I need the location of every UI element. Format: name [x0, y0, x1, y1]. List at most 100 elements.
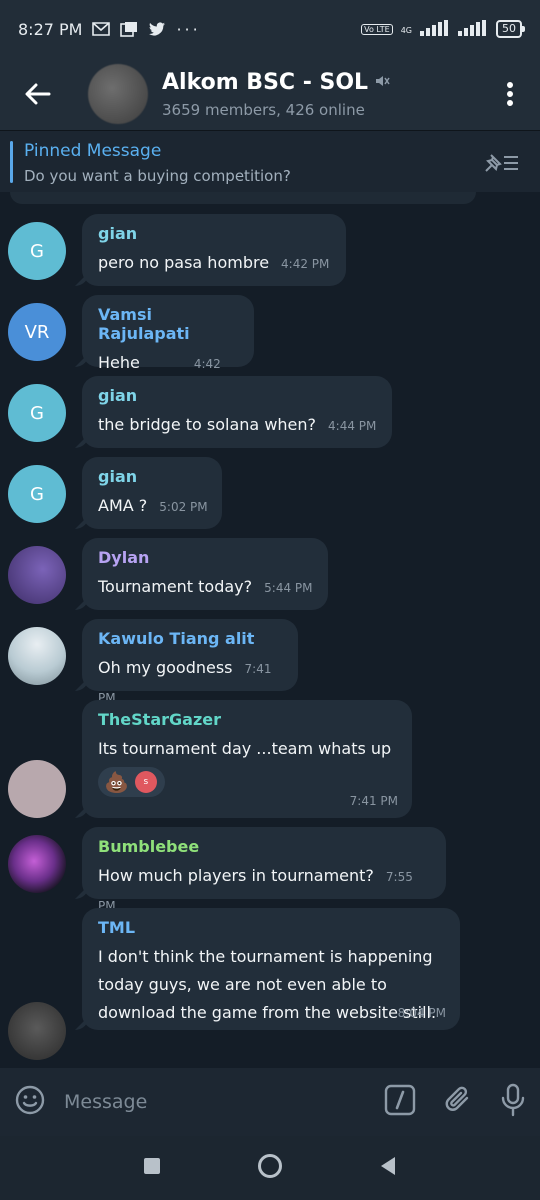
more-options-button[interactable]: [480, 82, 540, 106]
message-item[interactable]: VR Vamsi Rajulapati Hehe4:42 PM: [0, 295, 540, 400]
back-nav-button[interactable]: [379, 1156, 397, 1180]
message-item[interactable]: Bumblebee How much players in tournament…: [0, 827, 540, 913]
microphone-icon: [501, 1083, 525, 1117]
battery-indicator: 50: [496, 20, 525, 38]
sender-name[interactable]: TheStarGazer: [98, 710, 398, 729]
message-item[interactable]: G gian the bridge to solana when? 4:44 PM: [0, 376, 540, 450]
reaction-chip[interactable]: 💩 s: [98, 767, 165, 797]
status-time: 8:27 PM: [18, 19, 83, 39]
signal-icon-2: [458, 19, 488, 39]
group-info[interactable]: Alkom BSC - SOL 3659 members, 426 online: [162, 70, 390, 119]
avatar[interactable]: VR: [8, 303, 66, 361]
message-bubble[interactable]: gian the bridge to solana when? 4:44 PM: [82, 376, 392, 448]
avatar[interactable]: G: [8, 222, 66, 280]
system-navigation-bar: [0, 1136, 540, 1200]
pinned-indicator: [10, 141, 13, 183]
message-item[interactable]: TheStarGazer Its tournament day ...team …: [0, 700, 540, 820]
bot-commands-button[interactable]: [384, 1084, 416, 1120]
pinned-text: Do you want a buying competition?: [24, 167, 291, 185]
avatar[interactable]: [8, 627, 66, 685]
chat-header: Alkom BSC - SOL 3659 members, 426 online: [0, 58, 540, 130]
home-button[interactable]: [257, 1153, 283, 1183]
emoji-button[interactable]: [14, 1084, 46, 1120]
message-item[interactable]: G gian pero no pasa hombre 4:42 PM: [0, 214, 540, 288]
message-bubble[interactable]: TheStarGazer Its tournament day ...team …: [82, 700, 412, 818]
previous-message-bubble: [10, 192, 476, 204]
gmail-icon: [92, 21, 111, 37]
volte-icon: Vo LTE: [361, 23, 393, 35]
recents-button[interactable]: [143, 1157, 161, 1179]
message-text: Its tournament day ...team whats up: [98, 739, 392, 758]
message-composer: Message: [0, 1068, 540, 1136]
message-bubble[interactable]: gian pero no pasa hombre 4:42 PM: [82, 214, 346, 286]
sender-name[interactable]: gian: [98, 386, 378, 405]
avatar[interactable]: [8, 835, 66, 893]
square-icon: [144, 1158, 160, 1174]
message-bubble[interactable]: Bumblebee How much players in tournament…: [82, 827, 446, 913]
message-text: pero no pasa hombre: [98, 253, 270, 272]
status-bar: 8:27 PM ··· Vo LTE 4G 50: [0, 0, 540, 58]
message-time: 5:02 PM: [159, 500, 208, 514]
sender-name[interactable]: TML: [98, 918, 446, 937]
message-text: Hehe: [98, 353, 140, 372]
back-button[interactable]: [0, 58, 76, 130]
sender-name[interactable]: gian: [98, 467, 208, 486]
message-time: 4:42 PM: [281, 257, 330, 271]
message-text: How much players in tournament?: [98, 866, 374, 885]
slash-command-icon: [384, 1084, 416, 1116]
sender-name[interactable]: Kawulo Tiang alit: [98, 629, 284, 648]
message-text-line: download the game from the website still…: [98, 1003, 437, 1022]
message-text-line: today guys, we are not even able to: [98, 975, 387, 994]
message-bubble[interactable]: Dylan Tournament today? 5:44 PM: [82, 538, 328, 610]
triangle-back-icon: [381, 1157, 395, 1175]
group-subtitle: 3659 members, 426 online: [162, 100, 365, 119]
message-text: the bridge to solana when?: [98, 415, 317, 434]
sender-name[interactable]: Dylan: [98, 548, 314, 567]
gallery-icon: [120, 21, 138, 37]
message-text: Tournament today?: [98, 577, 253, 596]
voice-message-button[interactable]: [500, 1083, 526, 1121]
more-vertical-icon: [507, 82, 513, 106]
pinned-message-bar[interactable]: Pinned Message Do you want a buying comp…: [0, 130, 540, 192]
pinned-title: Pinned Message: [24, 141, 162, 161]
avatar[interactable]: [8, 760, 66, 818]
reactor-avatar: s: [134, 771, 157, 793]
attach-button[interactable]: [442, 1084, 474, 1120]
group-avatar[interactable]: [88, 64, 148, 124]
avatar[interactable]: [8, 546, 66, 604]
message-time: 7:41 PM: [349, 794, 398, 808]
message-item[interactable]: Kawulo Tiang alit Oh my goodness 7:41 PM: [0, 619, 540, 705]
message-bubble[interactable]: gian AMA ? 5:02 PM: [82, 457, 222, 529]
message-text: AMA ?: [98, 496, 148, 515]
more-notifications-icon: ···: [176, 19, 201, 39]
avatar[interactable]: G: [8, 465, 66, 523]
message-item[interactable]: Dylan Tournament today? 5:44 PM: [0, 538, 540, 612]
pinned-list-button[interactable]: [482, 151, 522, 179]
message-time: 5:44 PM: [264, 581, 313, 595]
poop-emoji-icon: 💩: [104, 770, 129, 794]
signal-icon: [420, 19, 450, 39]
sender-name[interactable]: Vamsi Rajulapati: [98, 305, 240, 343]
message-bubble[interactable]: Vamsi Rajulapati Hehe4:42 PM: [82, 295, 254, 400]
circle-icon: [258, 1154, 282, 1178]
twitter-icon: [148, 21, 166, 37]
message-text-line: I don't think the tournament is happenin…: [98, 947, 433, 966]
message-item[interactable]: G gian AMA ? 5:02 PM: [0, 457, 540, 531]
message-time: 8:04 PM: [397, 1006, 446, 1020]
sender-name[interactable]: Bumblebee: [98, 837, 432, 856]
message-input[interactable]: Message: [64, 1091, 384, 1113]
chat-messages[interactable]: G gian pero no pasa hombre 4:42 PM VR Vam…: [0, 192, 540, 1068]
message-text: Oh my goodness: [98, 658, 233, 677]
group-title: Alkom BSC - SOL: [162, 69, 369, 95]
sender-name[interactable]: gian: [98, 224, 332, 243]
avatar[interactable]: G: [8, 384, 66, 442]
message-bubble[interactable]: Kawulo Tiang alit Oh my goodness 7:41 PM: [82, 619, 298, 705]
message-bubble[interactable]: TML I don't think the tournament is happ…: [82, 908, 460, 1030]
pin-list-icon: [485, 154, 518, 172]
message-time: 4:44 PM: [328, 419, 377, 433]
smiley-icon: [15, 1085, 45, 1115]
avatar[interactable]: [8, 1002, 66, 1060]
message-item[interactable]: TML I don't think the tournament is happ…: [0, 908, 540, 1060]
network-label: 4G: [400, 25, 412, 35]
muted-icon: [374, 70, 390, 95]
